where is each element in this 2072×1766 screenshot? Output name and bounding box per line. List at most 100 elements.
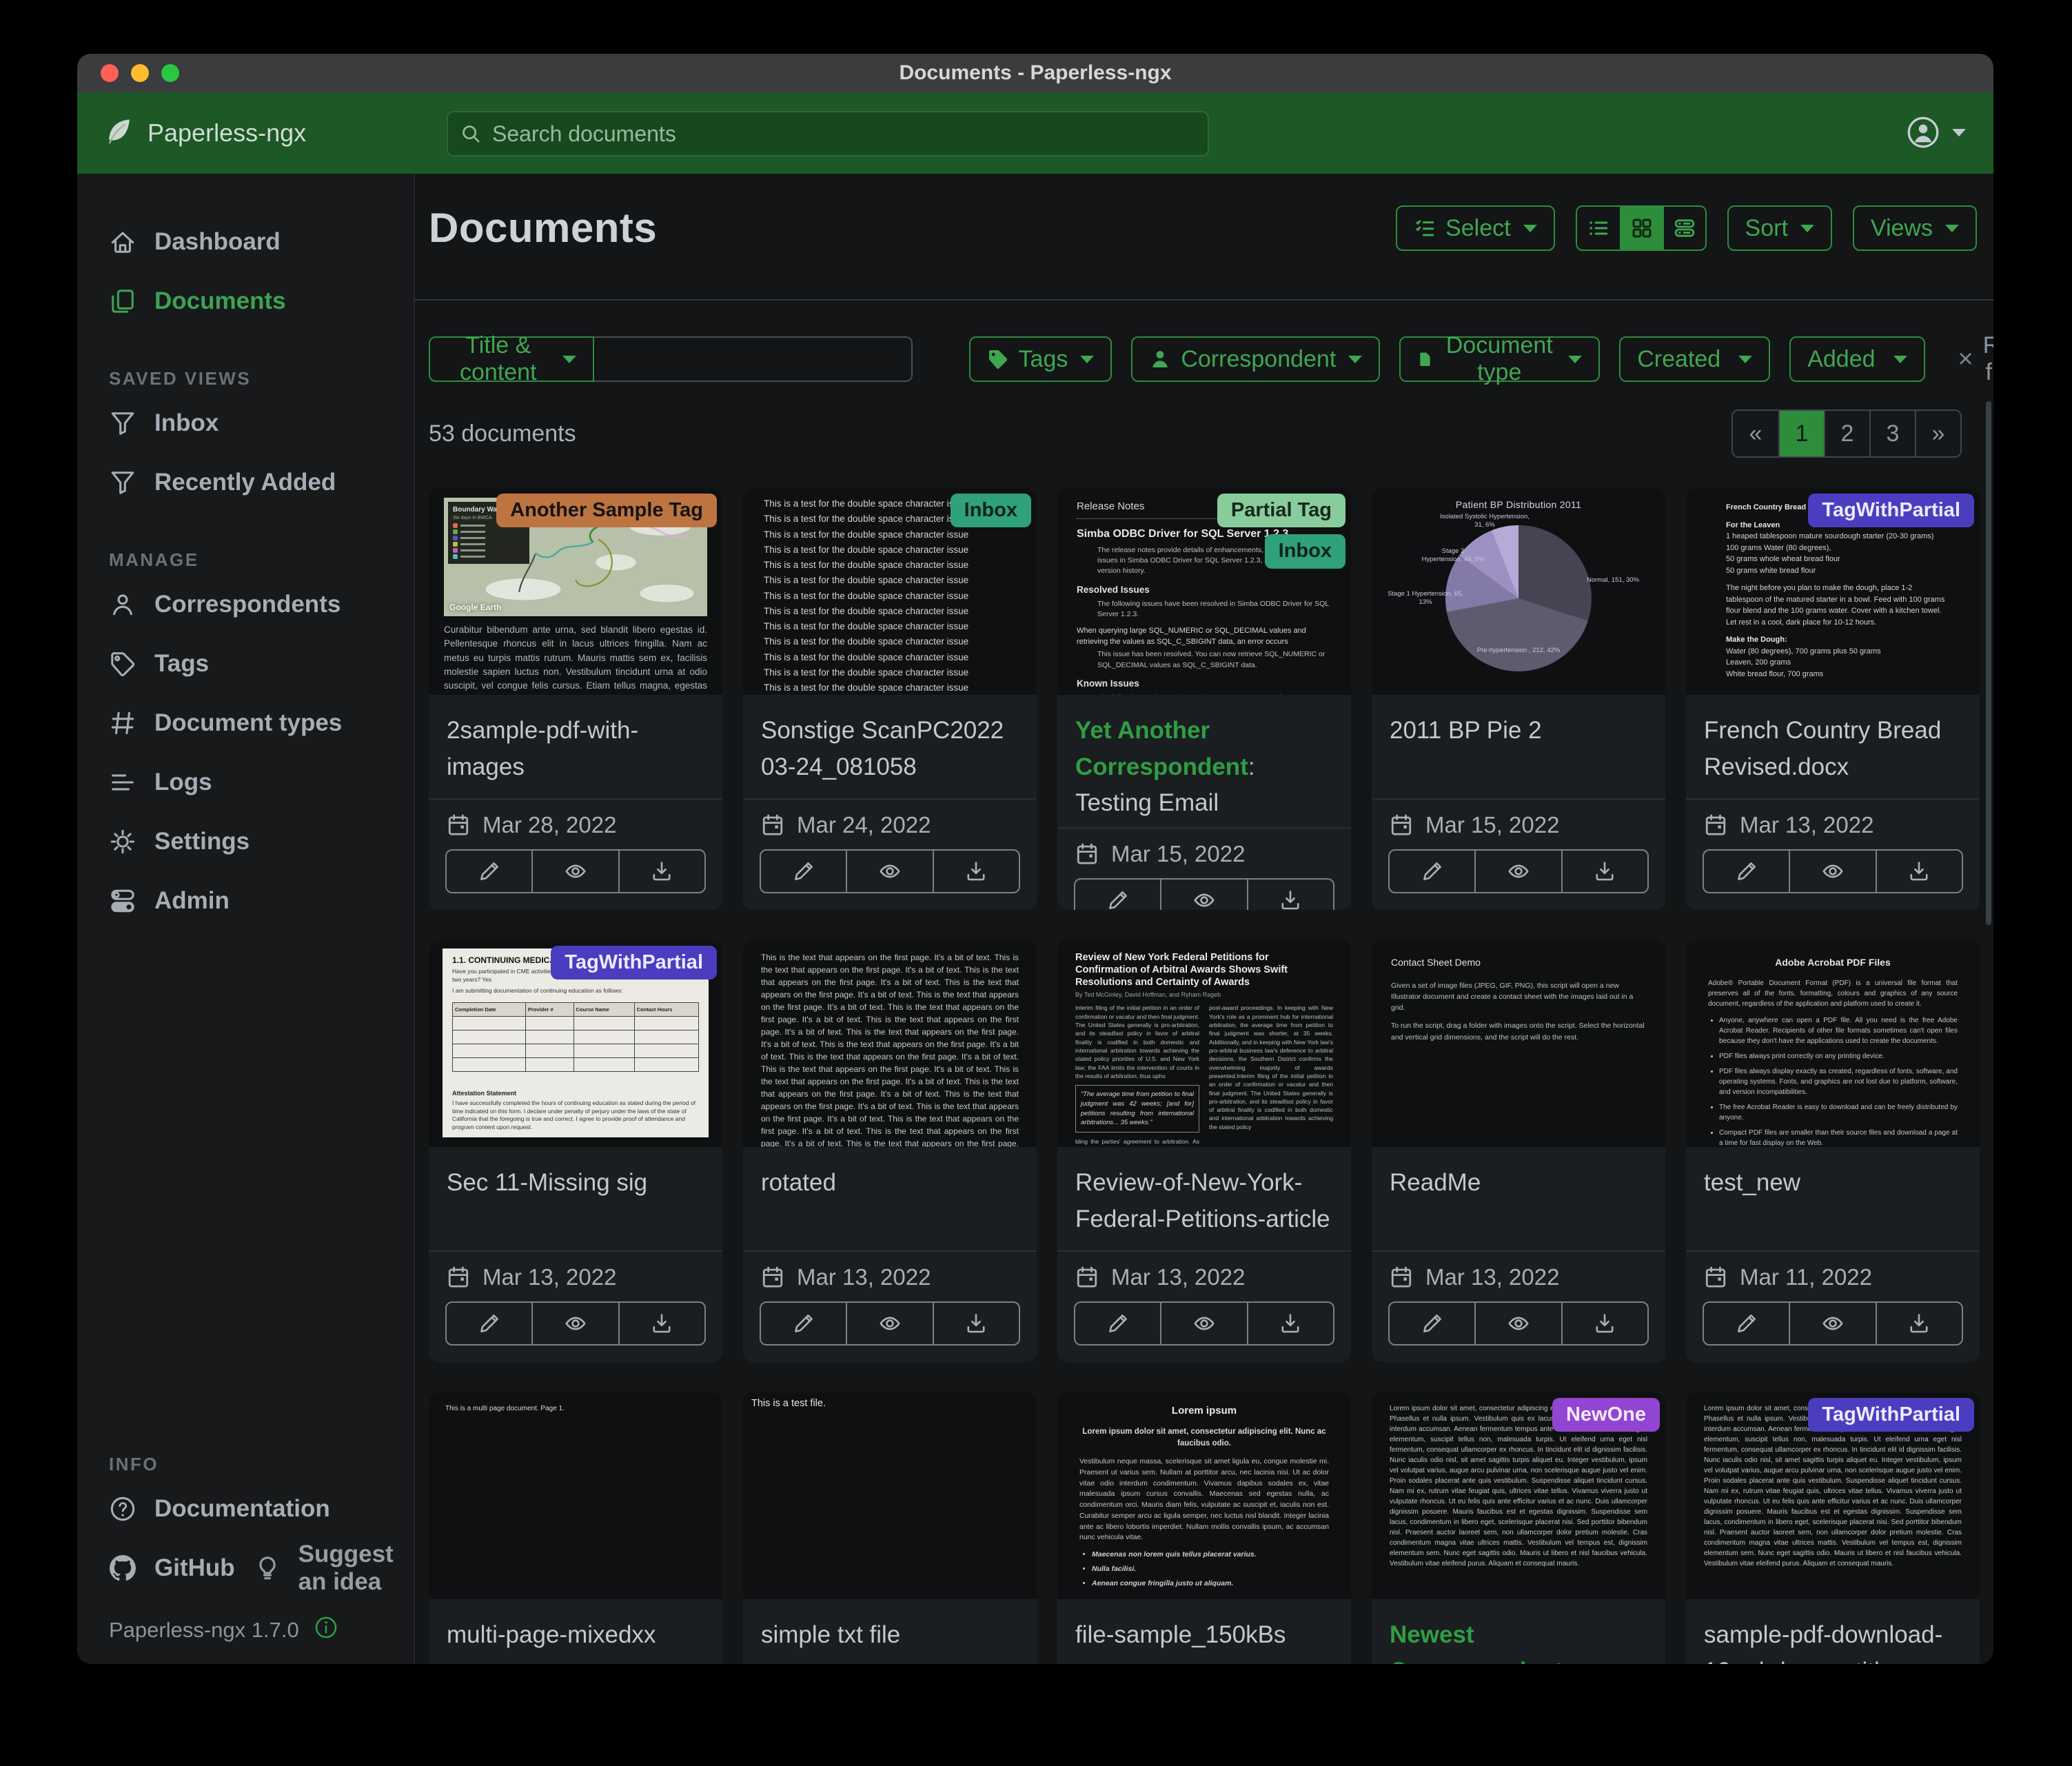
document-card[interactable]: Release Notes Simba ODBC Driver for SQL … (1057, 488, 1351, 910)
document-card[interactable]: Review of New York Federal Petitions for… (1057, 940, 1351, 1362)
document-thumbnail[interactable]: Lorem ipsum dolor sit amet, consectetur … (1686, 1392, 1980, 1599)
user-menu[interactable] (1907, 116, 1966, 149)
document-card[interactable]: Lorem ipsum dolor sit amet, consectetur … (1372, 1392, 1665, 1664)
views-dropdown-button[interactable]: Views (1853, 205, 1977, 251)
pagination-next[interactable]: » (1915, 411, 1960, 456)
sidebar-item-github[interactable]: GitHub (77, 1539, 235, 1598)
edit-button[interactable] (447, 1303, 531, 1344)
document-title[interactable]: Review-of-New-York-Federal-Petitions-art… (1075, 1165, 1333, 1237)
document-thumbnail[interactable]: Contact Sheet DemoGiven a set of image f… (1372, 940, 1665, 1147)
search-input[interactable] (491, 121, 1195, 148)
maximize-button[interactable] (161, 64, 179, 82)
document-thumbnail[interactable]: Patient BP Distribution 2011 Normal, 151… (1372, 488, 1665, 695)
list-view-button[interactable] (1577, 207, 1620, 250)
edit-button[interactable] (761, 1303, 846, 1344)
document-card[interactable]: French Country BreadFor the Leaven1 heap… (1686, 488, 1980, 910)
document-card[interactable]: 1.1. CONTINUING MEDICAL EDUCATION Have y… (429, 940, 722, 1362)
document-title[interactable]: rotated (761, 1165, 1019, 1201)
pagination-prev[interactable]: « (1733, 411, 1778, 456)
sidebar-item-logs[interactable]: Logs (77, 753, 414, 812)
app-brand[interactable]: Paperless-ngx (103, 116, 306, 150)
correspondent-link[interactable]: Yet Another Correspondent (1075, 717, 1248, 780)
tag-badge[interactable]: Inbox (951, 494, 1031, 527)
download-button[interactable] (1876, 851, 1962, 892)
grid-view-button[interactable] (1620, 207, 1663, 250)
edit-button[interactable] (761, 851, 846, 892)
download-button[interactable] (1561, 851, 1647, 892)
sidebar-item-correspondents[interactable]: Correspondents (77, 575, 414, 634)
document-thumbnail[interactable]: 1.1. CONTINUING MEDICAL EDUCATION Have y… (429, 940, 722, 1147)
pagination-page-3[interactable]: 3 (1869, 411, 1915, 456)
document-title[interactable]: Yet Another Correspondent: Testing Email (1075, 713, 1333, 822)
view-button[interactable] (1789, 851, 1875, 892)
document-title[interactable]: ReadMe (1390, 1165, 1647, 1201)
select-dropdown-button[interactable]: Select (1396, 205, 1555, 251)
download-button[interactable] (1561, 1303, 1647, 1344)
edit-button[interactable] (1390, 851, 1474, 892)
document-title[interactable]: multi-page-mixedxx (447, 1617, 704, 1654)
tag-badge[interactable]: NewOne (1552, 1398, 1660, 1432)
sidebar-item-document-types[interactable]: Document types (77, 693, 414, 753)
document-thumbnail[interactable]: This is a test file. (743, 1392, 1037, 1599)
document-thumbnail[interactable]: This is the text that appears on the fir… (743, 940, 1037, 1147)
sidebar-item-documentation[interactable]: Documentation (77, 1479, 414, 1539)
correspondent-filter-button[interactable]: Correspondent (1131, 336, 1380, 382)
view-button[interactable] (1474, 1303, 1561, 1344)
created-filter-button[interactable]: Created (1619, 336, 1770, 382)
document-card[interactable]: Contact Sheet DemoGiven a set of image f… (1372, 940, 1665, 1362)
view-button[interactable] (846, 851, 932, 892)
tag-badge[interactable]: Inbox (1265, 534, 1345, 568)
sidebar-item-recently-added[interactable]: Recently Added (77, 453, 414, 512)
document-card[interactable]: Lorem ipsumLorem ipsum dolor sit amet, c… (1057, 1392, 1351, 1664)
edit-button[interactable] (1075, 880, 1160, 911)
document-card[interactable]: Boundary Waters TripSix days in BWCA Goo… (429, 488, 722, 910)
document-title[interactable]: sample-pdf-download-10-mb-longer-title (1704, 1617, 1962, 1664)
sidebar-item-documents[interactable]: Documents (77, 272, 414, 331)
document-thumbnail[interactable]: French Country BreadFor the Leaven1 heap… (1686, 488, 1980, 695)
info-icon[interactable] (314, 1616, 338, 1645)
view-button[interactable] (1474, 851, 1561, 892)
document-thumbnail[interactable]: Release Notes Simba ODBC Driver for SQL … (1057, 488, 1351, 695)
tag-badge[interactable]: TagWithPartial (1808, 1398, 1974, 1432)
search-bar[interactable] (447, 111, 1209, 156)
document-card[interactable]: This is the text that appears on the fir… (743, 940, 1037, 1362)
edit-button[interactable] (1390, 1303, 1474, 1344)
tags-filter-button[interactable]: Tags (969, 336, 1113, 382)
document-title[interactable]: simple txt file (761, 1617, 1019, 1654)
document-card[interactable]: Patient BP Distribution 2011 Normal, 151… (1372, 488, 1665, 910)
pagination-page-1[interactable]: 1 (1778, 411, 1824, 456)
download-button[interactable] (1247, 880, 1333, 911)
details-view-button[interactable] (1663, 207, 1705, 250)
document-card[interactable]: This is a test for the double space char… (743, 488, 1037, 910)
document-title[interactable]: Newest Correspondent: f_combineds (1390, 1617, 1647, 1664)
document-thumbnail[interactable]: Lorem ipsum dolor sit amet, consectetur … (1372, 1392, 1665, 1599)
titlebar[interactable]: Documents - Paperless-ngx (77, 54, 1993, 92)
sidebar-item-tags[interactable]: Tags (77, 634, 414, 693)
document-title[interactable]: test_new (1704, 1165, 1962, 1201)
document-thumbnail[interactable]: Adobe Acrobat PDF FilesAdobe® Portable D… (1686, 940, 1980, 1147)
document-card[interactable]: Lorem ipsum dolor sit amet, consectetur … (1686, 1392, 1980, 1664)
tag-badge[interactable]: TagWithPartial (551, 946, 717, 980)
edit-button[interactable] (447, 851, 531, 892)
view-button[interactable] (531, 851, 618, 892)
edit-button[interactable] (1704, 851, 1789, 892)
sidebar-item-suggest-an-idea[interactable]: Suggest an idea (235, 1539, 414, 1598)
document-card[interactable]: Adobe Acrobat PDF FilesAdobe® Portable D… (1686, 940, 1980, 1362)
download-button[interactable] (618, 851, 704, 892)
added-filter-button[interactable]: Added (1789, 336, 1924, 382)
document-thumbnail[interactable]: Lorem ipsumLorem ipsum dolor sit amet, c… (1057, 1392, 1351, 1599)
tag-badge[interactable]: Another Sample Tag (496, 494, 717, 527)
view-button[interactable] (1789, 1303, 1875, 1344)
edit-button[interactable] (1075, 1303, 1160, 1344)
scrollbar-thumb[interactable] (1986, 401, 1991, 925)
document-thumbnail[interactable]: Review of New York Federal Petitions for… (1057, 940, 1351, 1147)
sidebar-item-dashboard[interactable]: Dashboard (77, 212, 414, 272)
tag-badge[interactable]: TagWithPartial (1808, 494, 1974, 527)
filter-field-dropdown-button[interactable]: Title & content (429, 336, 594, 382)
document-card[interactable]: This is a test file. simple txt file (743, 1392, 1037, 1664)
document-title[interactable]: Sec 11-Missing sig (447, 1165, 704, 1201)
download-button[interactable] (933, 851, 1019, 892)
view-button[interactable] (1160, 1303, 1246, 1344)
sidebar-item-admin[interactable]: Admin (77, 871, 414, 931)
tag-badge[interactable]: Partial Tag (1217, 494, 1345, 527)
